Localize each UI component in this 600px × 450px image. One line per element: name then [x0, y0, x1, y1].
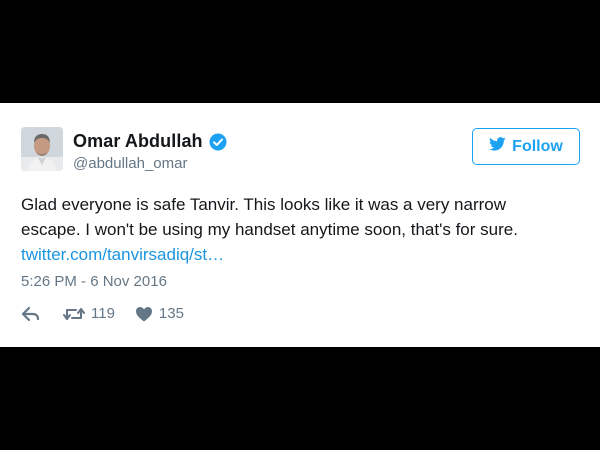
heart-icon: [135, 306, 153, 322]
retweet-icon: [63, 306, 85, 322]
avatar[interactable]: [21, 127, 63, 171]
screenshot-frame: Omar Abdullah @abdullah_omar Follow Glad…: [0, 0, 600, 450]
reply-icon: [21, 306, 41, 322]
tweet-card: Omar Abdullah @abdullah_omar Follow Glad…: [0, 103, 600, 347]
author-handle[interactable]: @abdullah_omar: [73, 155, 187, 172]
avatar-photo: [21, 127, 63, 171]
verified-badge-icon: [209, 133, 227, 151]
tweet-timestamp[interactable]: 5:26 PM - 6 Nov 2016: [21, 273, 167, 290]
like-count: 135: [158, 305, 184, 322]
retweet-count: 119: [91, 305, 115, 322]
reply-button[interactable]: [21, 306, 41, 322]
tweet-text-line: Glad everyone is safe Tanvir. This looks…: [21, 195, 507, 214]
tweet-link[interactable]: twitter.com/tanvirsadiq/st…: [21, 242, 586, 267]
twitter-bird-icon: [489, 137, 506, 156]
tweet-text: Glad everyone is safe Tanvir. This looks…: [21, 192, 586, 267]
retweet-button[interactable]: 119: [63, 305, 115, 322]
author-name[interactable]: Omar Abdullah: [73, 131, 203, 152]
tweet-actions: 119 135: [21, 305, 184, 322]
author-name-row: Omar Abdullah: [73, 131, 227, 152]
follow-label: Follow: [512, 137, 563, 155]
follow-button[interactable]: Follow: [472, 128, 580, 165]
like-button[interactable]: 135: [135, 305, 184, 322]
tweet-text-line: escape. I won't be using my handset anyt…: [21, 220, 518, 239]
